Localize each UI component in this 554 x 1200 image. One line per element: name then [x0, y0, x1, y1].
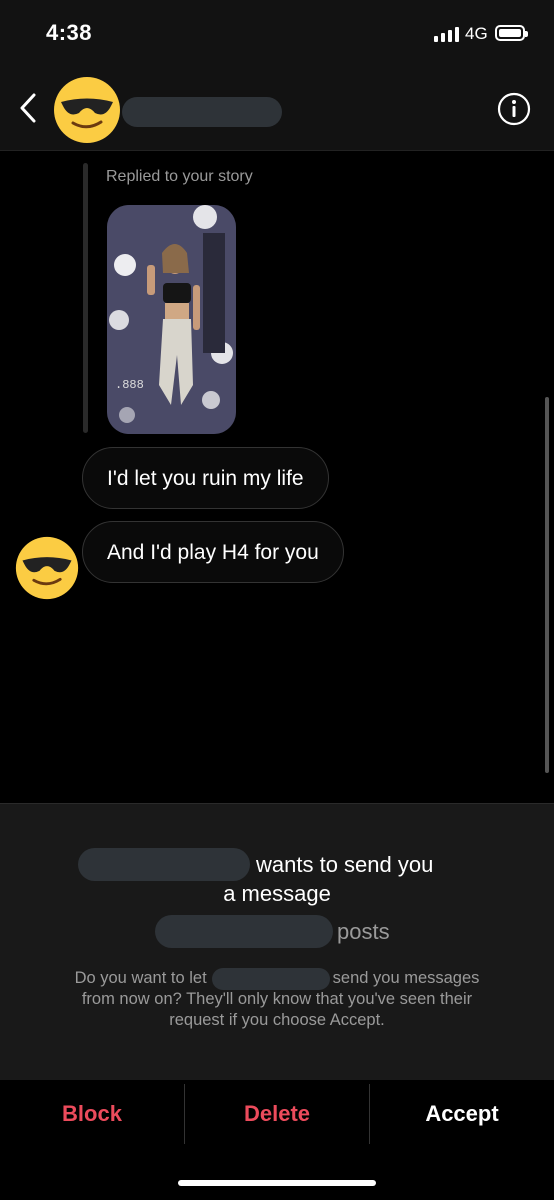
question-part1: Do you want to let: [74, 969, 207, 987]
chat-header: [0, 70, 554, 151]
chevron-left-icon[interactable]: [14, 88, 44, 128]
request-title-text: wants to send you: [256, 852, 434, 877]
reply-indicator-line: [83, 163, 88, 433]
question-line3: request if you choose Accept.: [169, 1011, 385, 1029]
signal-icon: [434, 26, 459, 42]
svg-text:.888: .888: [115, 378, 144, 392]
replied-to-story-label: Replied to your story: [106, 168, 253, 185]
battery-icon: [495, 25, 528, 41]
network-label: 4G: [465, 24, 488, 43]
posts-label: posts: [337, 919, 390, 944]
avatar[interactable]: [52, 75, 122, 145]
request-title-text-line2: a message: [223, 881, 331, 906]
message-thread: Replied to your story .888 I'd let you r…: [0, 151, 554, 803]
message-bubble[interactable]: I'd let you ruin my life: [82, 447, 329, 509]
requester-posts-count-redacted: [155, 915, 333, 948]
accept-button[interactable]: Accept: [370, 1080, 554, 1146]
delete-button[interactable]: Delete: [185, 1080, 369, 1146]
message-request-panel: wants to send you a message posts Do you…: [0, 803, 554, 1081]
request-description: Do you want to let send you messages from…: [0, 968, 554, 1031]
sender-avatar[interactable]: [14, 535, 80, 601]
status-time: 4:38: [46, 20, 93, 45]
username-redacted[interactable]: [122, 97, 282, 127]
message-bubble[interactable]: And I'd play H4 for you: [82, 521, 344, 583]
status-bar: 4:38 4G: [0, 0, 554, 70]
requester-name-redacted: [78, 848, 250, 881]
scrollbar[interactable]: [545, 397, 549, 773]
block-button[interactable]: Block: [0, 1080, 184, 1146]
question-part2: send you messages: [332, 969, 480, 987]
info-icon[interactable]: [497, 92, 531, 126]
question-line2: from now on? They'll only know that you'…: [81, 990, 473, 1008]
home-indicator[interactable]: [178, 1180, 376, 1186]
story-thumbnail[interactable]: .888: [107, 205, 236, 434]
